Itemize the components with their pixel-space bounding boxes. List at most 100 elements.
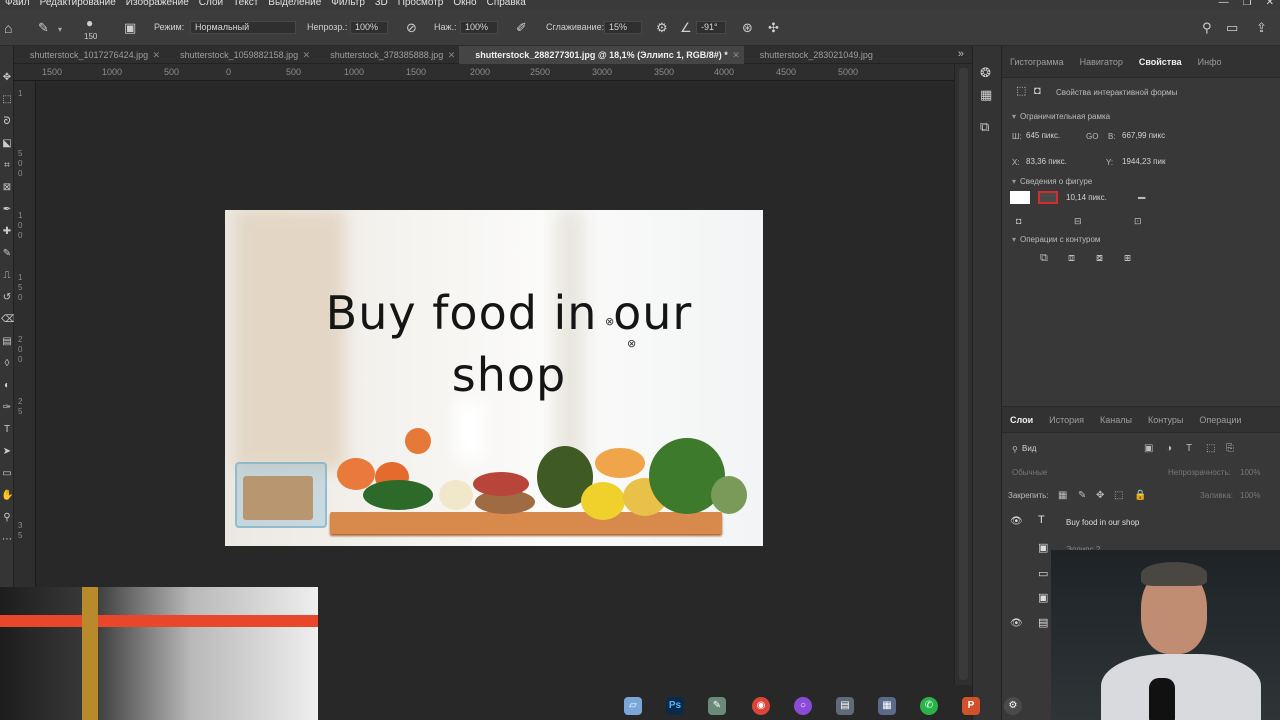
move-tool-icon[interactable]: ✥ — [1, 72, 13, 84]
crop-tool-icon[interactable]: ⌗ — [1, 160, 13, 172]
width-field[interactable]: 645 пикс. — [1026, 129, 1084, 142]
close-icon[interactable]: ✕ — [1266, 0, 1274, 8]
whatsapp-app-icon[interactable]: ✆ — [920, 697, 938, 715]
gradient-tool-icon[interactable]: ▤ — [1, 336, 13, 348]
minimize-icon[interactable]: — — [1219, 0, 1229, 8]
menu-edit[interactable]: Редактирование — [35, 0, 121, 8]
photoshop-app-icon[interactable]: Ps — [666, 697, 684, 715]
menu-text[interactable]: Текст — [228, 0, 263, 8]
y-field[interactable]: 1944,23 пик — [1122, 155, 1184, 168]
marquee-tool-icon[interactable]: ⬚ — [1, 94, 13, 106]
close-icon[interactable]: ✕ — [303, 50, 311, 61]
search-icon[interactable]: ⚲ — [1202, 21, 1212, 35]
angle-field[interactable]: -91° — [696, 21, 726, 34]
menu-view[interactable]: Просмотр — [393, 0, 449, 8]
pressure-opacity-icon[interactable]: ⊘ — [406, 21, 417, 35]
healing-tool-icon[interactable]: ✚ — [1, 226, 13, 238]
fill-swatch[interactable] — [1010, 191, 1030, 204]
eyedropper-tool-icon[interactable]: ✒ — [1, 204, 13, 216]
layer-row[interactable]: 👁 T Buy food in our shop — [1002, 510, 1280, 535]
eraser-tool-icon[interactable]: ⌫ — [1, 314, 15, 326]
x-field[interactable]: 83,36 пикс. — [1026, 155, 1084, 168]
combine-shapes-icon[interactable]: ⧉ — [1040, 252, 1048, 265]
tab-document-active[interactable]: shutterstock_288277301.jpg @ 18,1% (Элли… — [459, 46, 744, 64]
pressure-field[interactable]: 100% — [460, 21, 498, 34]
zoom-tool-icon[interactable]: ⚲ — [1, 512, 13, 524]
document-canvas[interactable]: Buy food in our shop ⊗ ⊗ — [225, 210, 763, 546]
height-field[interactable]: 667,99 пикс — [1122, 129, 1182, 142]
dodge-tool-icon[interactable]: ◐ — [1, 380, 13, 392]
circle-app-icon[interactable]: ○ — [794, 697, 812, 715]
lock-transparent-icon[interactable]: ▦ — [1058, 490, 1067, 501]
intersect-shape-icon[interactable]: ⧇ — [1096, 252, 1103, 265]
restore-icon[interactable]: ❐ — [1243, 0, 1252, 8]
chrome-app-icon[interactable]: ◉ — [752, 697, 770, 715]
frame-tool-icon[interactable]: ⊠ — [1, 182, 13, 194]
close-icon[interactable]: ✕ — [732, 50, 740, 61]
lock-pixels-icon[interactable]: ✎ — [1078, 490, 1086, 501]
tab-properties[interactable]: Свойства — [1131, 57, 1190, 67]
scrollbar-thumb[interactable] — [959, 68, 968, 680]
chevron-down-icon[interactable]: ▾ — [1012, 235, 1016, 244]
eye-icon[interactable]: 👁 — [1010, 618, 1023, 629]
lasso-tool-icon[interactable]: ᘐ — [1, 116, 13, 128]
type-tool-icon[interactable]: T — [1, 424, 13, 436]
path-select-tool-icon[interactable]: ➤ — [1, 446, 13, 458]
blend-mode-select[interactable]: Обычные — [1012, 468, 1047, 477]
lock-artboard-icon[interactable]: ⬚ — [1114, 490, 1123, 501]
stamp-tool-icon[interactable]: ⎍ — [1, 270, 13, 282]
menu-file[interactable]: Файл — [0, 0, 35, 8]
shape-tool-icon[interactable]: ▭ — [1, 468, 13, 480]
subtract-shape-icon[interactable]: ⧈ — [1068, 252, 1075, 265]
filter-smart-icon[interactable]: ⎘ — [1226, 443, 1234, 454]
close-icon[interactable]: ✕ — [153, 50, 161, 61]
tab-document-3[interactable]: shutterstock_378385888.jpg ✕ — [314, 46, 459, 64]
exclude-shape-icon[interactable]: ⧆ — [1124, 252, 1131, 265]
object-select-tool-icon[interactable]: ⬕ — [1, 138, 13, 150]
menu-filter[interactable]: Фильтр — [326, 0, 370, 8]
share-icon[interactable]: ⇪ — [1256, 21, 1267, 35]
menu-3d[interactable]: 3D — [370, 0, 393, 8]
menu-help[interactable]: Справка — [482, 0, 531, 8]
store-app-icon[interactable]: ▦ — [878, 697, 896, 715]
corner-type-icon[interactable]: ⊡ — [1134, 216, 1142, 227]
brush-tool-icon[interactable]: ✎ — [1, 248, 13, 260]
lock-position-icon[interactable]: ✥ — [1096, 490, 1104, 501]
eye-icon[interactable]: 👁 — [1010, 516, 1023, 527]
brush-preview-icon[interactable]: ● — [86, 16, 93, 30]
swatches-icon[interactable]: ▦ — [980, 88, 992, 102]
chevron-down-icon[interactable]: ▾ — [1012, 177, 1016, 186]
more-tools-icon[interactable]: ⋯ — [1, 534, 13, 546]
color-wheel-icon[interactable]: ❂ — [980, 66, 991, 80]
airbrush-icon[interactable]: ✐ — [516, 21, 527, 35]
stroke-swatch[interactable] — [1038, 191, 1058, 204]
tab-channels[interactable]: Каналы — [1092, 415, 1140, 425]
tab-info[interactable]: Инфо — [1190, 57, 1230, 67]
files-app-icon[interactable]: ▱ — [624, 697, 642, 715]
history-brush-icon[interactable]: ↺ — [1, 292, 13, 304]
hand-tool-icon[interactable]: ✋ — [1, 490, 13, 502]
close-icon[interactable]: ✕ — [448, 50, 456, 61]
menu-select[interactable]: Выделение — [263, 0, 326, 8]
tab-document-1[interactable]: shutterstock_1017276424.jpg ✕ — [14, 46, 164, 64]
vertical-scrollbar[interactable] — [954, 64, 972, 685]
tab-layers[interactable]: Слои — [1002, 415, 1041, 425]
lock-all-icon[interactable]: 🔒 — [1134, 490, 1146, 501]
tab-history[interactable]: История — [1041, 415, 1092, 425]
folder-app-icon[interactable]: ▤ — [836, 697, 854, 715]
filter-shape-icon[interactable]: ⬚ — [1206, 443, 1215, 454]
fill-field[interactable]: 100% — [1240, 491, 1260, 500]
tab-navigator[interactable]: Навигатор — [1072, 57, 1131, 67]
filter-adjust-icon[interactable]: ◑ — [1166, 443, 1172, 454]
workspace-icon[interactable]: ▭ — [1226, 21, 1238, 35]
tab-actions[interactable]: Операции — [1191, 415, 1249, 425]
stroke-width-field[interactable]: 10,14 пикс. — [1066, 191, 1128, 204]
powerpoint-app-icon[interactable]: P — [962, 697, 980, 715]
filter-pixel-icon[interactable]: ▣ — [1144, 443, 1153, 454]
gear-icon[interactable]: ⚙ — [656, 21, 668, 35]
brush-settings-icon[interactable]: ▣ — [124, 21, 136, 35]
menu-window[interactable]: Окно — [448, 0, 481, 8]
headline-text[interactable]: Buy food in our shop — [225, 282, 763, 406]
tab-histogram[interactable]: Гистограмма — [1002, 57, 1072, 67]
chevron-down-icon[interactable]: ▾ — [1012, 112, 1016, 121]
